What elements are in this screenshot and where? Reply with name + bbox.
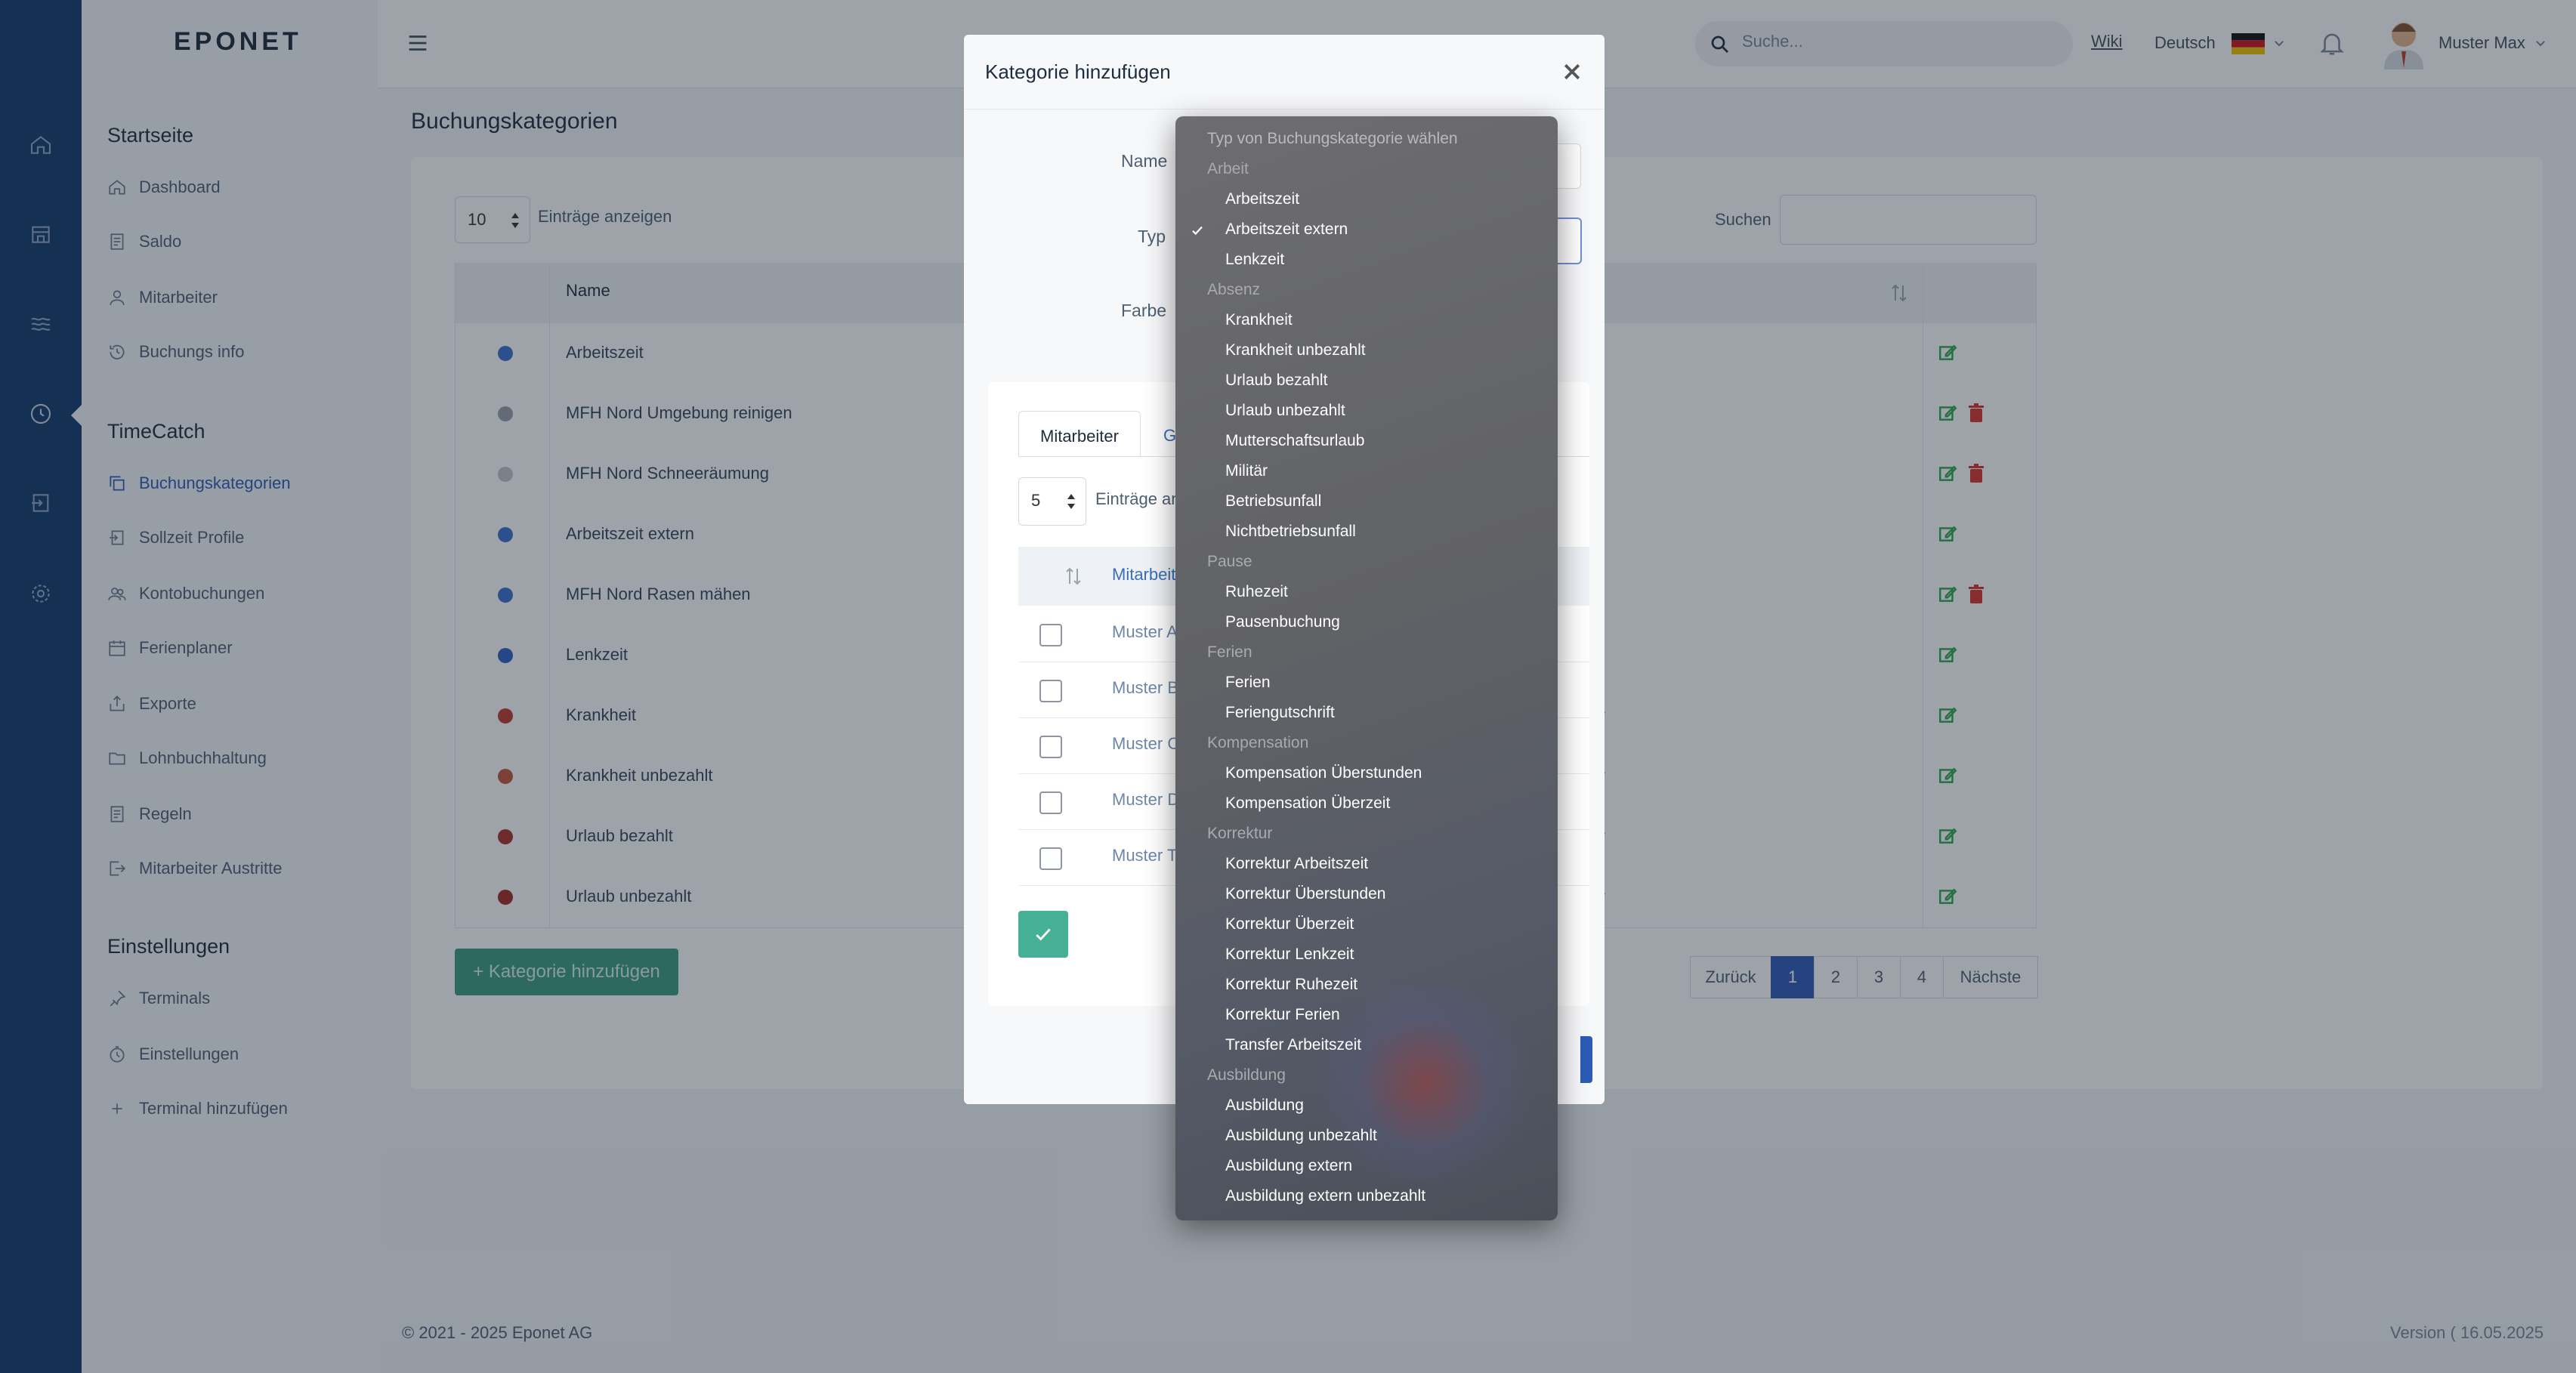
type-dropdown-menu: Typ von Buchungskategorie wählen Arbeit Ar…	[1175, 116, 1558, 1220]
employee-name[interactable]: Muster A	[1112, 622, 1178, 642]
dropdown-option[interactable]: Korrektur Überzeit	[1225, 915, 1354, 933]
sort-arrows-icon	[1067, 494, 1075, 509]
confirm-selection-button[interactable]	[1018, 911, 1068, 958]
employee-entries-label: Einträge an	[1095, 489, 1181, 508]
dropdown-option[interactable]: Nichtbetriebsunfall	[1225, 523, 1356, 541]
dropdown-option[interactable]: Arbeitszeit	[1225, 190, 1299, 208]
employee-checkbox[interactable]	[1039, 847, 1062, 870]
modal-title: Kategorie hinzufügen	[985, 60, 1171, 83]
dropdown-option[interactable]: Ruhezeit	[1225, 583, 1288, 601]
employee-name[interactable]: Muster D	[1112, 790, 1179, 810]
dropdown-option[interactable]: Transfer Arbeitszeit	[1225, 1036, 1361, 1054]
dropdown-option[interactable]: Krankheit unbezahlt	[1225, 341, 1366, 359]
dropdown-group-label: Korrektur	[1207, 825, 1273, 842]
dropdown-option[interactable]: Ausbildung extern	[1225, 1157, 1352, 1175]
type-label: Typ	[1138, 227, 1166, 246]
dropdown-group-label: Arbeit	[1207, 160, 1249, 177]
column-header-employee[interactable]: Mitarbeite	[1112, 565, 1185, 585]
dropdown-option[interactable]: Korrektur Arbeitszeit	[1225, 855, 1368, 873]
dropdown-option[interactable]: Kompensation Überstunden	[1225, 764, 1422, 782]
dropdown-group-label: Ferien	[1207, 643, 1252, 661]
employee-name[interactable]: Muster T	[1112, 846, 1177, 865]
modal-header: Kategorie hinzufügen	[964, 35, 1605, 110]
dropdown-hint: Typ von Buchungskategorie wählen	[1207, 130, 1458, 147]
dropdown-option[interactable]: Korrektur Lenkzeit	[1225, 946, 1354, 964]
dropdown-option[interactable]: Militär	[1225, 462, 1268, 480]
employee-checkbox[interactable]	[1039, 624, 1062, 646]
dropdown-option[interactable]: Pausenbuchung	[1225, 613, 1340, 631]
check-icon	[1036, 928, 1051, 941]
dropdown-option[interactable]: Urlaub unbezahlt	[1225, 402, 1345, 420]
dropdown-option[interactable]: Korrektur Ferien	[1225, 1006, 1340, 1024]
dropdown-group-label: Ausbildung	[1207, 1066, 1286, 1084]
dropdown-group-label: Absenz	[1207, 281, 1261, 298]
dropdown-option[interactable]: Urlaub bezahlt	[1225, 372, 1327, 390]
sort-icon[interactable]	[1065, 565, 1082, 588]
tab-mitarbeiter[interactable]: Mitarbeiter	[1018, 411, 1141, 457]
dropdown-option[interactable]: Kompensation Überzeit	[1225, 794, 1390, 813]
dropdown-option[interactable]: Ausbildung unbezahlt	[1225, 1127, 1377, 1145]
dropdown-option[interactable]: Korrektur Überstunden	[1225, 885, 1385, 903]
employee-entries-select[interactable]: 5	[1018, 477, 1086, 526]
dropdown-option[interactable]: Ausbildung extern unbezahlt	[1225, 1187, 1425, 1205]
dropdown-group-label: Kompensation	[1207, 734, 1309, 751]
dropdown-option[interactable]: Korrektur Ruhezeit	[1225, 976, 1357, 994]
dropdown-option[interactable]: Arbeitszeit extern	[1225, 221, 1348, 239]
dropdown-option[interactable]: Lenkzeit	[1225, 251, 1284, 269]
color-label: Farbe	[1121, 301, 1167, 320]
employee-name[interactable]: Muster C	[1112, 734, 1179, 754]
dropdown-option[interactable]: Feriengutschrift	[1225, 704, 1335, 722]
employee-checkbox[interactable]	[1039, 791, 1062, 814]
dropdown-option[interactable]: Ausbildung	[1225, 1097, 1304, 1115]
save-button[interactable]	[1580, 1036, 1592, 1083]
employee-checkbox[interactable]	[1039, 680, 1062, 702]
employee-name[interactable]: Muster B	[1112, 678, 1178, 698]
name-label: Name	[1121, 151, 1168, 171]
employee-checkbox[interactable]	[1039, 736, 1062, 758]
tab-second[interactable]: G	[1163, 426, 1176, 446]
checkmark-icon	[1191, 224, 1204, 241]
dropdown-option[interactable]: Mutterschaftsurlaub	[1225, 432, 1364, 450]
dropdown-option[interactable]: Ferien	[1225, 674, 1271, 692]
close-icon[interactable]	[1561, 60, 1583, 83]
dropdown-group-label: Pause	[1207, 553, 1252, 570]
dropdown-option[interactable]: Betriebsunfall	[1225, 492, 1321, 511]
dropdown-option[interactable]: Krankheit	[1225, 311, 1293, 329]
